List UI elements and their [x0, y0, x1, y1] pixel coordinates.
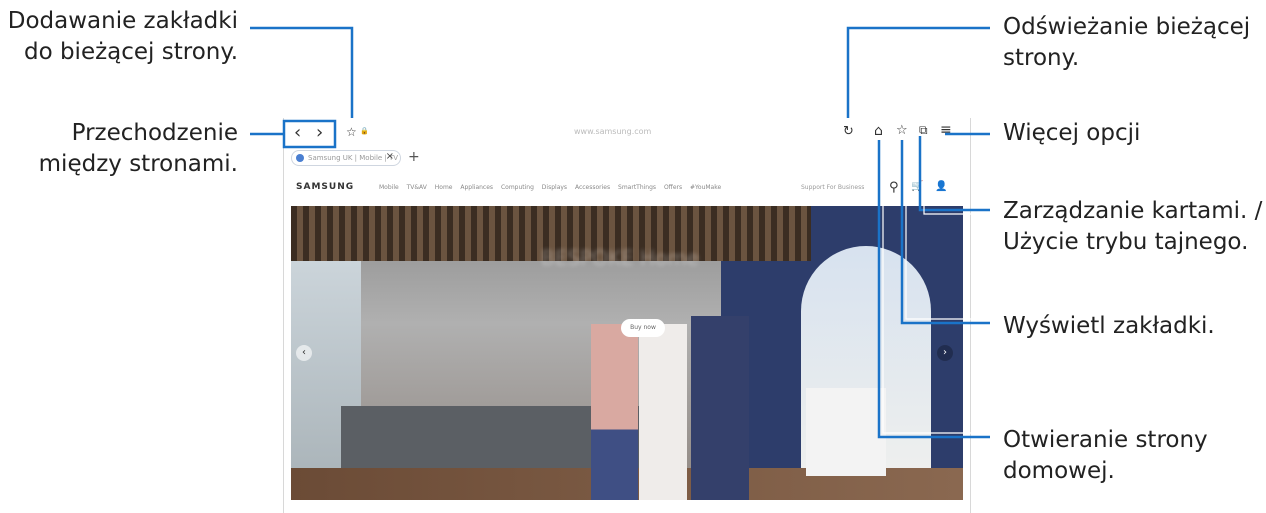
refresh-line — [846, 26, 990, 118]
tabs-line — [918, 136, 990, 212]
callout-lines — [250, 26, 990, 439]
home-line-inner — [882, 140, 990, 434]
home-line — [877, 140, 990, 439]
bookmarks-line — [900, 140, 990, 325]
bookmarks-line-inner — [905, 140, 990, 320]
tabs-line-inner — [923, 136, 990, 215]
nav-highlight-box — [282, 119, 337, 149]
bookmark-add-line — [250, 26, 354, 118]
